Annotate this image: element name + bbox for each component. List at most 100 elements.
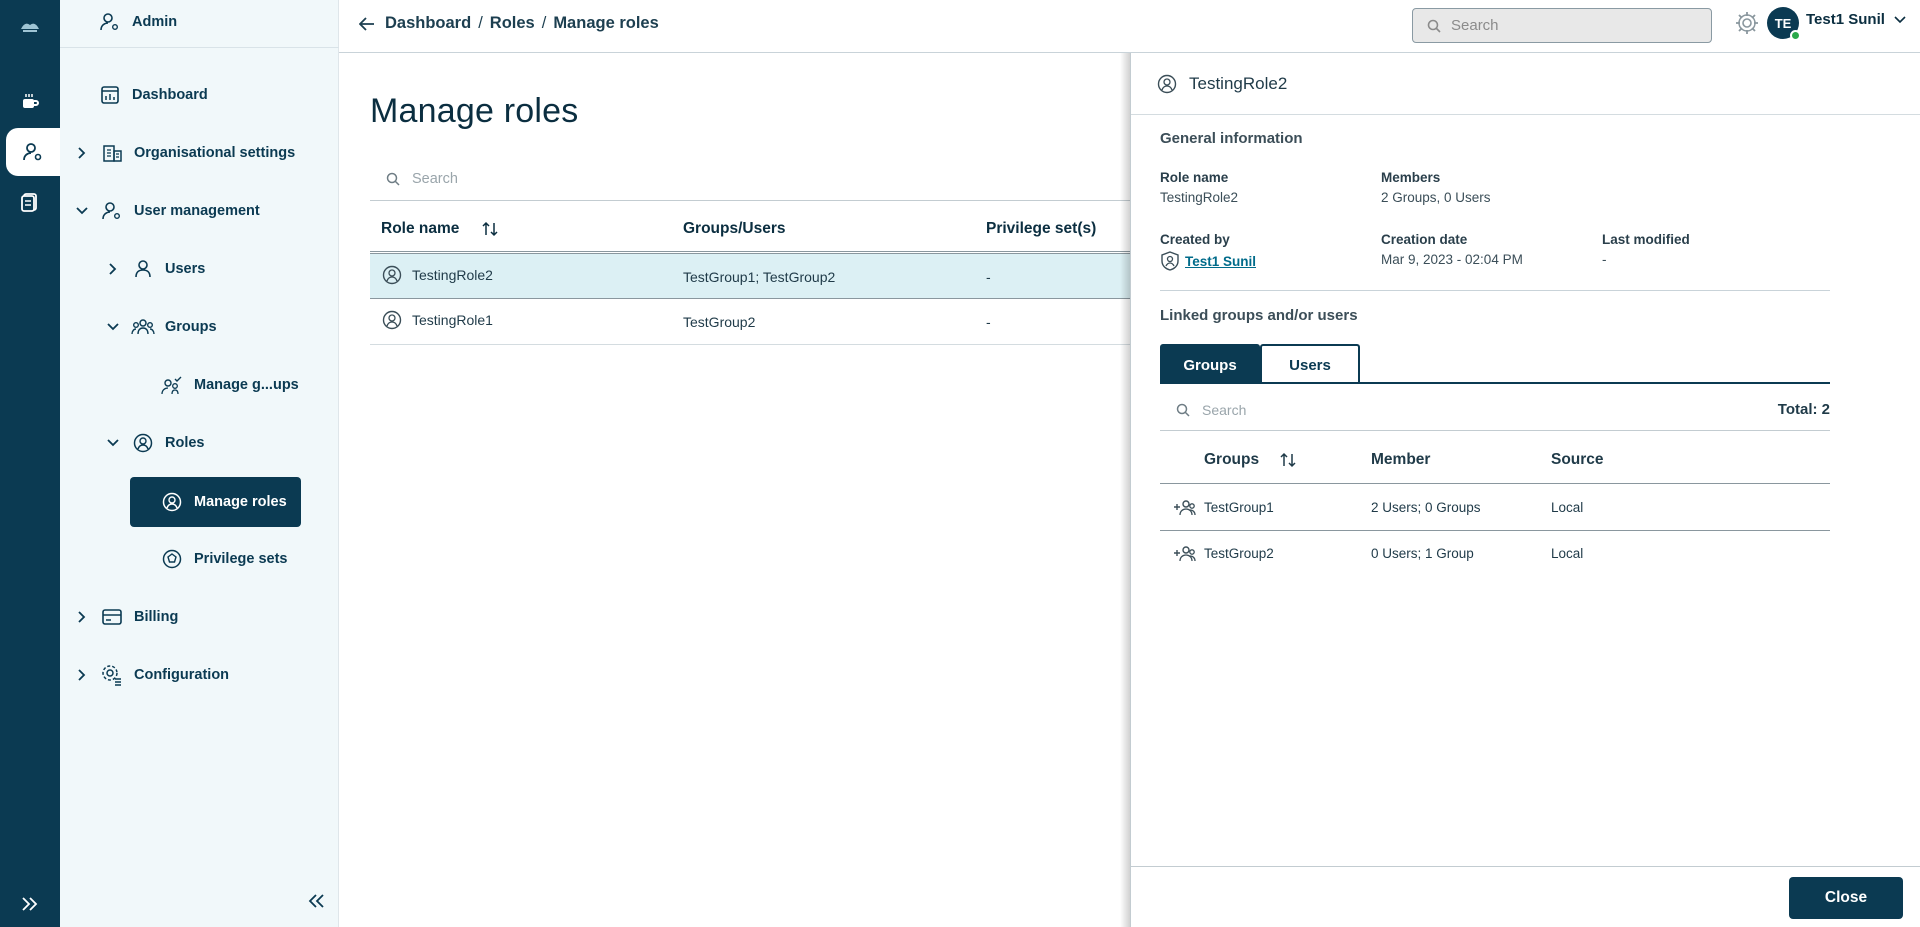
- roles-search: [370, 158, 1130, 201]
- role-name-cell: TestingRole1: [382, 310, 493, 330]
- chevron-right-icon: [74, 609, 90, 625]
- nav-item-configuration[interactable]: Configuration: [74, 650, 229, 700]
- nav-item-user-management[interactable]: User management: [74, 186, 260, 236]
- table-row[interactable]: TestingRole2 TestGroup1; TestGroup2 -: [370, 253, 1130, 299]
- last-modified-label: Last modified: [1602, 232, 1690, 247]
- avatar[interactable]: TE: [1767, 7, 1801, 41]
- panel-title: TestingRole2: [1189, 73, 1288, 93]
- column-label: Groups: [1204, 451, 1260, 468]
- column-label: Role name: [381, 220, 460, 237]
- user-menu[interactable]: Test1 Sunil: [1806, 11, 1906, 28]
- panel-shadow: [1120, 53, 1130, 927]
- column-groups-users[interactable]: Groups/Users: [683, 220, 786, 238]
- column-groups[interactable]: Groups: [1204, 451, 1297, 469]
- breadcrumb-roles[interactable]: Roles: [490, 14, 535, 33]
- top-bar: Dashboard / Roles / Manage roles TE Test…: [339, 0, 1920, 53]
- chevron-right-icon: [105, 261, 121, 277]
- nav-item-label: Configuration: [134, 667, 230, 683]
- online-status-dot: [1790, 30, 1801, 41]
- created-by-label: Created by: [1160, 232, 1230, 247]
- column-source[interactable]: Source: [1551, 451, 1604, 469]
- section-divider: [1160, 290, 1830, 291]
- nav-item-roles[interactable]: Roles: [105, 418, 205, 468]
- expand-icon[interactable]: [0, 880, 60, 927]
- role-icon: [382, 310, 402, 330]
- breadcrumb-separator: /: [478, 14, 483, 32]
- role-details-panel: TestingRole2 General information Role na…: [1130, 53, 1920, 927]
- clipboard-icon[interactable]: [0, 178, 60, 226]
- nav-item-label: Users: [165, 261, 206, 277]
- table-row[interactable]: TestGroup2 0 Users; 1 Group Local: [1160, 531, 1830, 577]
- groups-users-cell: TestGroup1; TestGroup2: [683, 269, 836, 285]
- search-icon: [386, 172, 400, 186]
- side-navigation: Admin Dashboard Organisational settings …: [60, 0, 339, 927]
- manage-groups-icon: [160, 373, 184, 397]
- nav-admin-label: Admin: [132, 14, 178, 30]
- nav-item-groups[interactable]: Groups: [105, 302, 217, 352]
- nav-item-billing[interactable]: Billing: [74, 592, 178, 642]
- nav-item-label: Manage g...ups: [194, 377, 299, 393]
- user-management-icon: [100, 199, 124, 223]
- user-admin-icon[interactable]: [6, 128, 60, 176]
- page-title: Manage roles: [370, 92, 579, 130]
- privilege-sets-cell: -: [986, 269, 991, 285]
- nav-item-label: Roles: [165, 435, 205, 451]
- search-icon: [1427, 19, 1441, 33]
- panel-header: TestingRole2: [1131, 53, 1920, 115]
- back-arrow-icon[interactable]: [359, 16, 375, 31]
- roles-search-input[interactable]: [412, 171, 912, 187]
- nav-item-privilege-sets[interactable]: Privilege sets: [160, 534, 288, 584]
- source-cell: Local: [1551, 546, 1584, 561]
- creation-date-label: Creation date: [1381, 232, 1468, 247]
- gear-icon[interactable]: [1734, 10, 1760, 39]
- user-shield-icon: [1160, 251, 1180, 271]
- building-icon: [100, 141, 124, 165]
- role-name: TestingRole2: [412, 267, 493, 283]
- close-button[interactable]: Close: [1789, 877, 1903, 919]
- last-modified-value: -: [1602, 252, 1607, 267]
- role-icon: [1157, 74, 1177, 94]
- group-name: TestGroup1: [1204, 500, 1274, 515]
- created-by-link[interactable]: Test1 Sunil: [1185, 254, 1256, 269]
- logo-icon[interactable]: [0, 2, 60, 50]
- nav-item-label: Billing: [134, 609, 179, 625]
- general-information-title: General information: [1160, 130, 1303, 147]
- linked-search-input[interactable]: [1202, 401, 1642, 418]
- nav-item-manage-roles[interactable]: Manage roles: [130, 477, 301, 527]
- column-privilege-sets[interactable]: Privilege set(s): [986, 220, 1096, 238]
- billing-icon: [100, 605, 124, 629]
- nav-item-dashboard[interactable]: Dashboard: [98, 70, 208, 120]
- nav-item-users[interactable]: Users: [105, 244, 205, 294]
- nav-item-organisational-settings[interactable]: Organisational settings: [74, 128, 295, 178]
- groups-icon: [131, 315, 155, 339]
- manage-roles-icon: [160, 490, 184, 514]
- global-search-input[interactable]: [1451, 17, 1691, 34]
- coffee-icon[interactable]: [0, 78, 60, 126]
- linked-title: Linked groups and/or users: [1160, 307, 1358, 324]
- nav-item-label: Organisational settings: [134, 145, 296, 161]
- table-row[interactable]: TestGroup1 2 Users; 0 Groups Local: [1160, 485, 1830, 531]
- tab-users[interactable]: Users: [1260, 344, 1360, 384]
- created-by-value: Test1 Sunil: [1160, 251, 1256, 271]
- breadcrumb: Dashboard / Roles / Manage roles: [359, 14, 659, 33]
- sort-icon[interactable]: [481, 221, 499, 237]
- member-cell: 2 Users; 0 Groups: [1371, 500, 1481, 515]
- panel-footer: Close: [1131, 866, 1920, 927]
- column-member[interactable]: Member: [1371, 451, 1430, 469]
- search-icon: [1176, 403, 1190, 417]
- sort-icon[interactable]: [1279, 452, 1297, 468]
- user-icon: [131, 257, 155, 281]
- nav-item-manage-groups[interactable]: Manage g...ups: [160, 360, 299, 410]
- column-role-name[interactable]: Role name: [381, 220, 499, 238]
- linked-search: Total: 2: [1160, 389, 1830, 431]
- breadcrumb-manage-roles: Manage roles: [553, 14, 659, 32]
- nav-admin[interactable]: Admin: [98, 0, 177, 44]
- table-row[interactable]: TestingRole1 TestGroup2 -: [370, 299, 1130, 345]
- chevron-right-icon: [74, 145, 90, 161]
- group-name: TestGroup2: [1204, 546, 1274, 561]
- roles-table-header: Role name Groups/Users Privilege set(s): [370, 208, 1130, 252]
- breadcrumb-dashboard[interactable]: Dashboard: [385, 14, 471, 33]
- icon-rail: [0, 0, 60, 927]
- collapse-nav-icon[interactable]: [307, 893, 325, 912]
- tab-groups[interactable]: Groups: [1160, 344, 1260, 384]
